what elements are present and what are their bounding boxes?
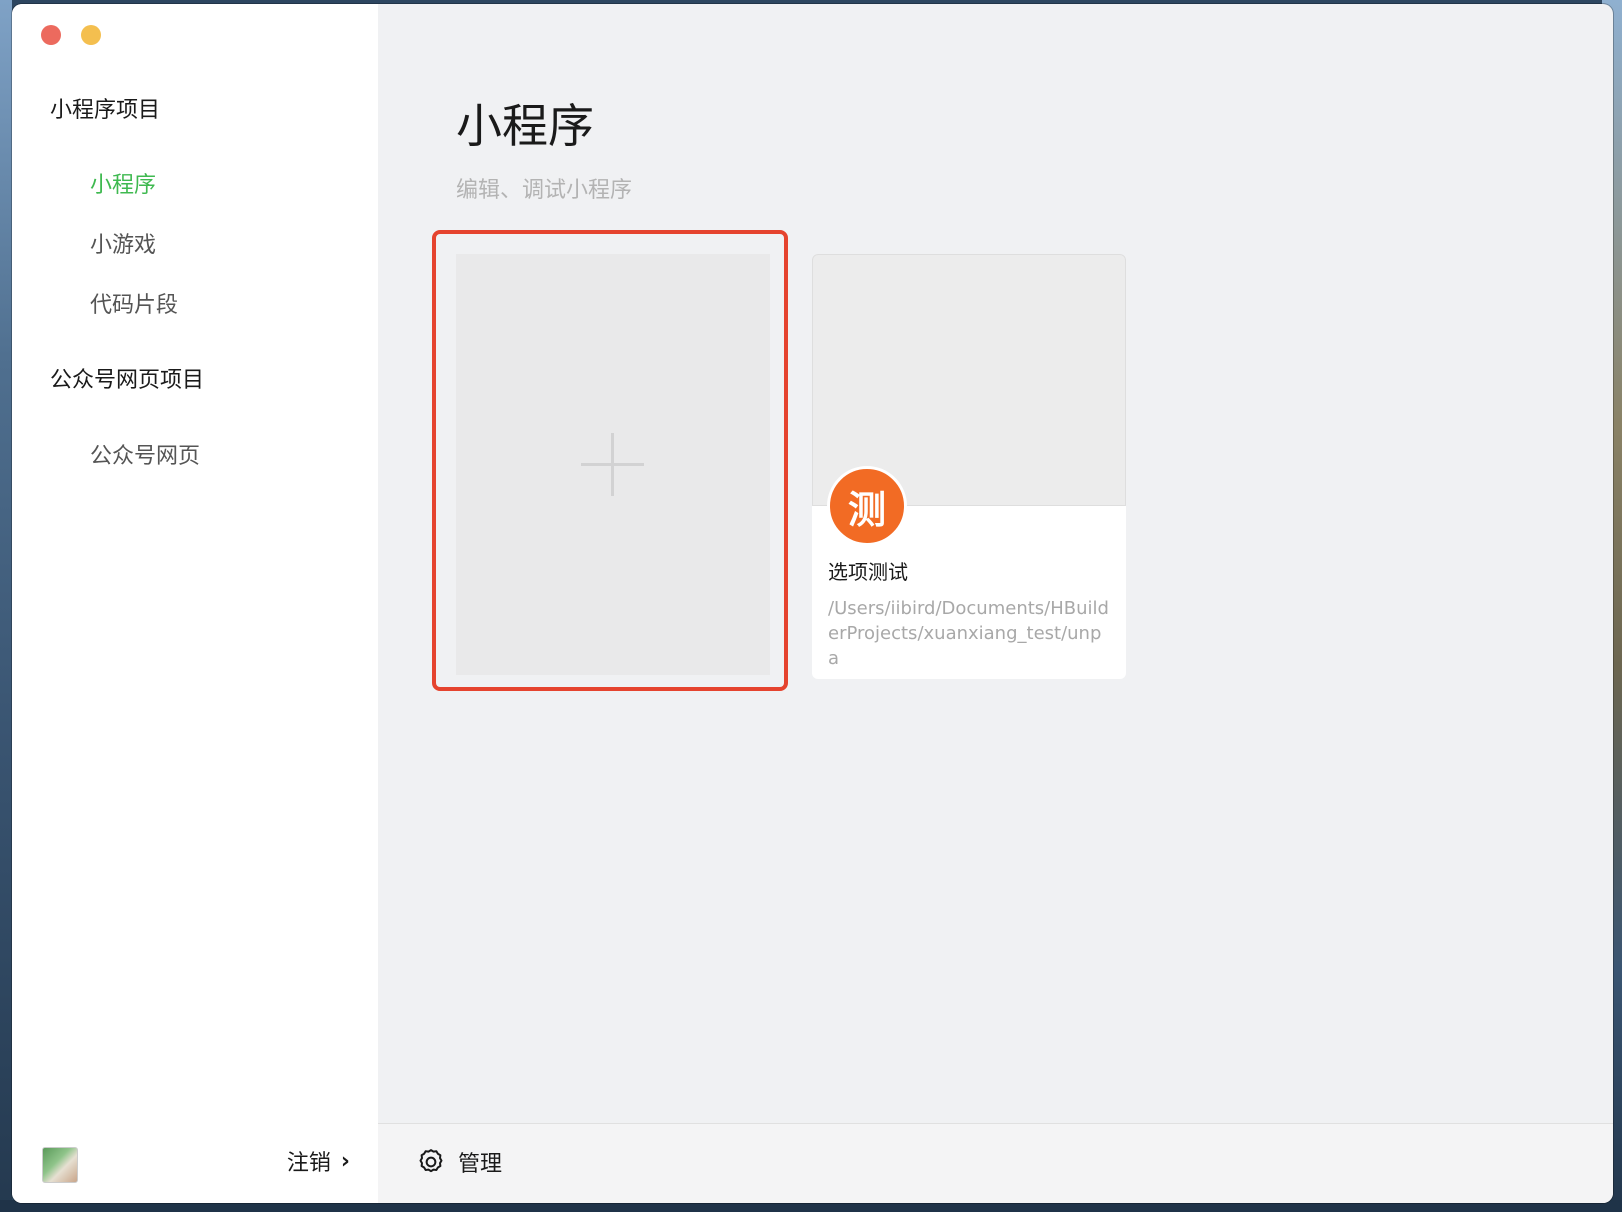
page-title: 小程序 (456, 99, 594, 153)
sidebar-item-code-snippet[interactable]: 代码片段 (90, 287, 178, 319)
minimize-window-button[interactable] (81, 25, 101, 45)
avatar[interactable] (42, 1147, 78, 1183)
bottom-bar: 管理 (378, 1123, 1613, 1203)
project-path: /Users/iibird/Documents/HBuilderProjects… (828, 598, 1109, 669)
sidebar-group-official-account: 公众号网页项目 (50, 368, 205, 393)
project-card[interactable]: 测 选项测试 /Users/iibird/Documents/HBuilderP… (812, 254, 1126, 679)
sidebar-footer: 注销 › (12, 1123, 378, 1203)
app-window: 小程序项目 小程序 小游戏 代码片段 公众号网页项目 公众号网页 注销 › 小程… (12, 4, 1613, 1203)
page-subtitle: 编辑、调试小程序 (456, 178, 633, 203)
desktop-background-left (0, 0, 12, 1212)
manage-button[interactable]: 管理 (416, 1146, 502, 1178)
plus-icon-vertical (611, 433, 614, 496)
sidebar-group-miniprogram: 小程序项目 (50, 98, 161, 123)
project-avatar-icon: 测 (827, 466, 907, 546)
logout-label: 注销 (286, 1151, 331, 1176)
logout-button[interactable]: 注销 › (287, 1145, 350, 1177)
chevron-right-icon: › (340, 1148, 350, 1174)
new-project-card-body (456, 254, 770, 675)
sidebar: 小程序项目 小程序 小游戏 代码片段 公众号网页项目 公众号网页 注销 › (12, 4, 378, 1203)
manage-label: 管理 (458, 1152, 503, 1177)
project-name: 选项测试 (828, 560, 908, 584)
sidebar-item-miniprogram[interactable]: 小程序 (90, 167, 156, 199)
new-project-card[interactable] (432, 230, 788, 691)
sidebar-item-minigame[interactable]: 小游戏 (90, 227, 156, 259)
close-window-button[interactable] (41, 25, 61, 45)
gear-icon (419, 1149, 443, 1173)
sidebar-item-official-account-web[interactable]: 公众号网页 (90, 438, 200, 470)
main-content: 小程序 编辑、调试小程序 测 选项测试 /Users/iibird/Docume… (378, 4, 1613, 1087)
